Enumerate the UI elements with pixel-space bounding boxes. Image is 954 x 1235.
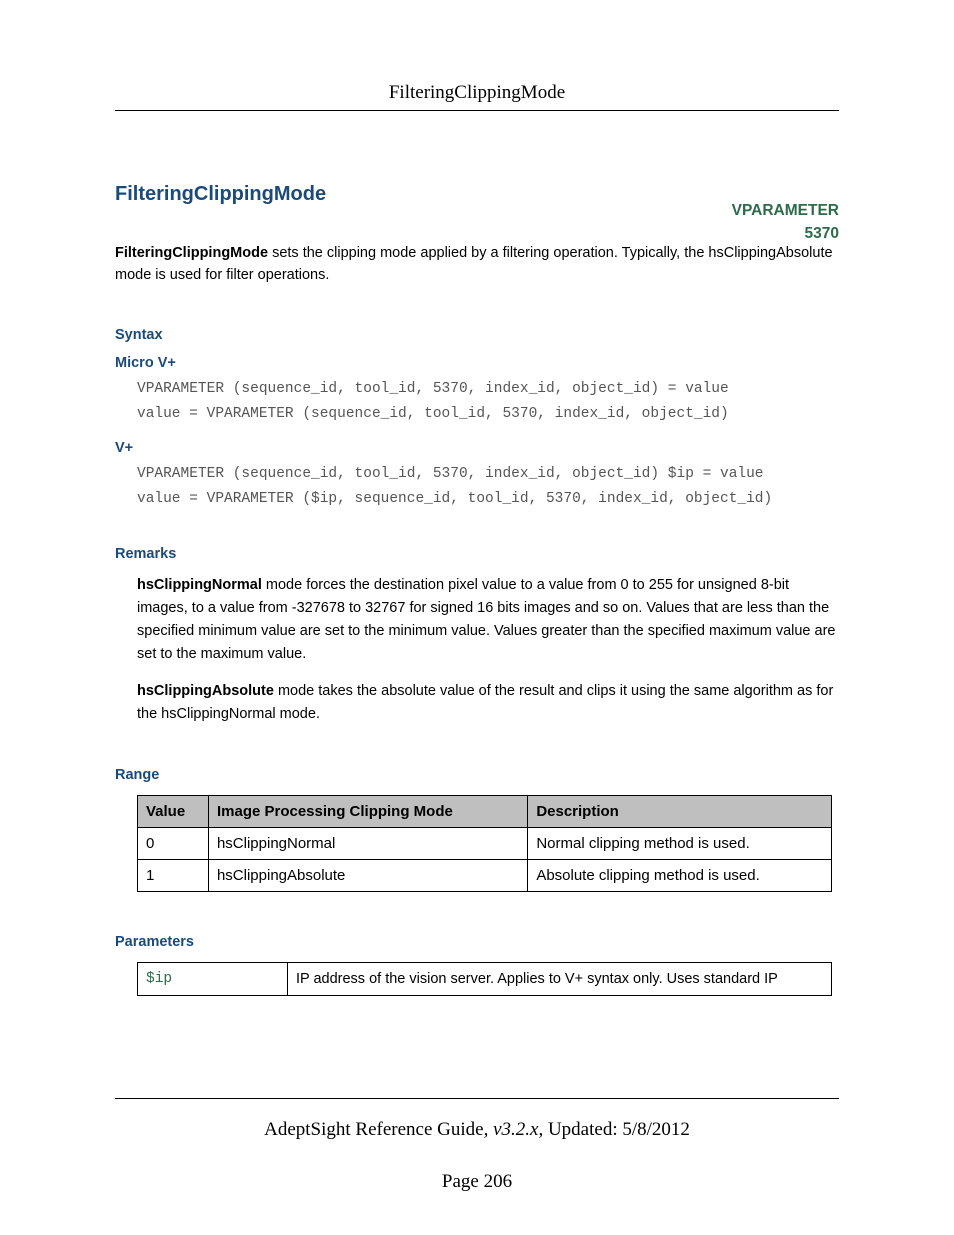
vparameter-badge: VPARAMETER 5370 [732,199,839,246]
footer-page-number: Page 206 [0,1171,954,1193]
range-cell: 1 [138,859,209,891]
remarks-heading: Remarks [115,546,839,562]
range-table: Value Image Processing Clipping Mode Des… [137,795,832,892]
range-th-mode: Image Processing Clipping Mode [208,795,527,827]
intro-paragraph: FilteringClippingMode sets the clipping … [115,242,839,287]
range-cell: 0 [138,827,209,859]
syntax-section: Syntax Micro V+ VPARAMETER (sequence_id,… [115,327,839,512]
parameters-table: $ip IP address of the vision server. App… [137,962,832,996]
micro-vplus-label: Micro V+ [115,355,839,371]
remarks-body: hsClippingNormal mode forces the destina… [137,574,839,727]
title-block: FilteringClippingMode VPARAMETER 5370 [115,183,839,206]
page-content: FilteringClippingMode FilteringClippingM… [0,0,954,996]
range-header-row: Value Image Processing Clipping Mode Des… [138,795,832,827]
footer-updated: , Updated: 5/8/2012 [538,1119,689,1140]
remarks-p1: hsClippingNormal mode forces the destina… [137,574,839,667]
syntax-heading: Syntax [115,327,839,343]
param-desc: IP address of the vision server. Applies… [288,962,832,995]
table-row: $ip IP address of the vision server. App… [138,962,832,995]
range-cell: hsClippingAbsolute [208,859,527,891]
range-cell: Absolute clipping method is used. [528,859,832,891]
page-footer: AdeptSight Reference Guide, v3.2.x, Upda… [0,1098,954,1193]
micro-vplus-code: VPARAMETER (sequence_id, tool_id, 5370, … [137,377,839,426]
page-title: FilteringClippingMode [115,183,839,206]
remarks-p2: hsClippingAbsolute mode takes the absolu… [137,680,839,726]
range-heading: Range [115,767,839,783]
running-header: FilteringClippingMode [115,82,839,104]
vparameter-label: VPARAMETER [732,199,839,222]
remarks-p2-bold: hsClippingAbsolute [137,683,274,699]
vplus-code: VPARAMETER (sequence_id, tool_id, 5370, … [137,462,839,511]
parameters-heading: Parameters [115,934,839,950]
footer-rule [115,1098,839,1099]
header-rule [115,110,839,111]
table-row: 1 hsClippingAbsolute Absolute clipping m… [138,859,832,891]
range-cell: hsClippingNormal [208,827,527,859]
range-th-desc: Description [528,795,832,827]
vparameter-number: 5370 [732,222,839,245]
range-th-value: Value [138,795,209,827]
footer-version: , v3.2.x [484,1119,539,1140]
footer-guide: AdeptSight Reference Guide [264,1119,483,1140]
footer-guide-line: AdeptSight Reference Guide, v3.2.x, Upda… [0,1119,954,1141]
vplus-label: V+ [115,440,839,456]
remarks-p1-bold: hsClippingNormal [137,577,262,593]
param-name: $ip [138,962,288,995]
range-cell: Normal clipping method is used. [528,827,832,859]
intro-bold: FilteringClippingMode [115,245,268,261]
table-row: 0 hsClippingNormal Normal clipping metho… [138,827,832,859]
